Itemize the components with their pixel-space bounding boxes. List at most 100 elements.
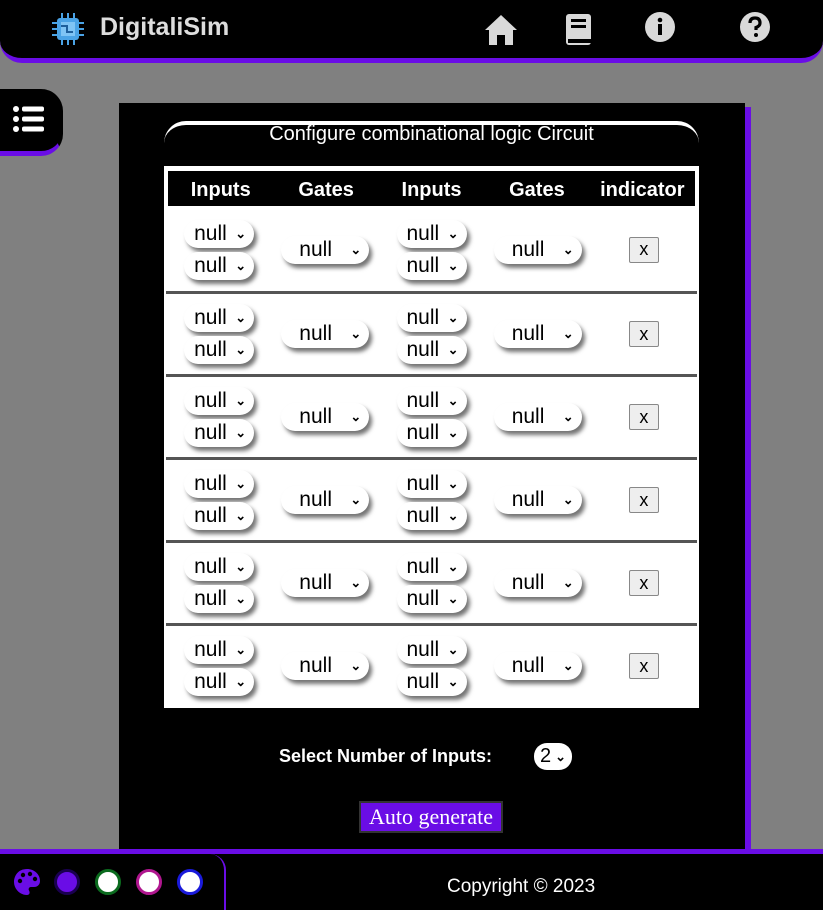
- gate-select[interactable]: null ⌄: [281, 235, 370, 264]
- input-select[interactable]: null ⌄: [396, 502, 467, 530]
- input-select[interactable]: null ⌄: [396, 336, 467, 364]
- gate-select[interactable]: null ⌄: [281, 486, 370, 514]
- num-inputs-label: Select Number of Inputs:: [279, 746, 493, 766]
- gate-select[interactable]: null ⌄: [281, 569, 370, 597]
- theme-swatch[interactable]: [95, 869, 121, 895]
- input-select[interactable]: null ⌄: [396, 304, 467, 332]
- num-inputs-select[interactable]: 2 ⌄: [534, 743, 572, 770]
- palette-icon[interactable]: [12, 867, 42, 897]
- chevron-down-icon: ⌄: [350, 241, 362, 257]
- input-select[interactable]: null ⌄: [396, 636, 467, 664]
- gate-cell: null ⌄: [485, 294, 591, 374]
- gate-select[interactable]: null ⌄: [281, 320, 370, 348]
- chevron-down-icon: ⌄: [447, 559, 459, 574]
- gate-select[interactable]: null ⌄: [281, 652, 370, 680]
- gate-cell: null ⌄: [485, 377, 591, 457]
- inputs-cell: null ⌄ null ⌄: [378, 460, 484, 540]
- chevron-down-icon: ⌄: [562, 492, 574, 507]
- input-select[interactable]: null ⌄: [184, 251, 255, 280]
- input-select[interactable]: null ⌄: [396, 219, 467, 248]
- gate-select[interactable]: null ⌄: [493, 235, 582, 264]
- gate-cell: null ⌄: [485, 543, 591, 623]
- indicator-button[interactable]: x: [628, 404, 659, 430]
- chevron-down-icon: ⌄: [350, 492, 362, 507]
- list-icon: [13, 106, 44, 132]
- gate-select[interactable]: null ⌄: [493, 652, 582, 680]
- indicator-button[interactable]: x: [628, 653, 659, 679]
- indicator-button[interactable]: x: [628, 321, 659, 347]
- chevron-down-icon: ⌄: [235, 225, 247, 241]
- input-select[interactable]: null ⌄: [184, 219, 255, 248]
- gate-select[interactable]: null ⌄: [493, 569, 582, 597]
- theme-swatch[interactable]: [136, 869, 162, 895]
- table-row: null ⌄ null ⌄ null ⌄ null ⌄ null ⌄ null ⌄ x: [166, 540, 697, 623]
- chevron-down-icon: ⌄: [562, 658, 574, 673]
- table-row: null ⌄ null ⌄ null ⌄ null ⌄ null ⌄ null ⌄ x: [166, 623, 697, 706]
- sidebar-toggle-button[interactable]: [0, 89, 63, 156]
- input-select[interactable]: null ⌄: [184, 636, 255, 664]
- column-header: Inputs: [190, 179, 251, 201]
- indicator-button[interactable]: x: [628, 487, 659, 513]
- book-icon[interactable]: [559, 9, 599, 49]
- input-select[interactable]: null ⌄: [396, 585, 467, 613]
- chevron-down-icon: ⌄: [350, 326, 362, 341]
- input-select[interactable]: null ⌄: [396, 419, 467, 447]
- input-select[interactable]: null ⌄: [184, 585, 255, 613]
- chevron-down-icon: ⌄: [235, 508, 247, 523]
- gate-select[interactable]: null ⌄: [493, 403, 582, 431]
- input-select[interactable]: null ⌄: [184, 502, 255, 530]
- gate-cell: null ⌄: [272, 626, 378, 706]
- table-row: null ⌄ null ⌄ null ⌄ null ⌄ null ⌄ null ⌄ x: [166, 374, 697, 457]
- indicator-button[interactable]: x: [628, 236, 659, 263]
- column-header: Gates: [509, 179, 565, 201]
- input-select[interactable]: null ⌄: [184, 387, 255, 415]
- inputs-cell: null ⌄ null ⌄: [378, 208, 484, 291]
- input-select[interactable]: null ⌄: [184, 419, 255, 447]
- help-icon[interactable]: [735, 9, 775, 49]
- input-select[interactable]: null ⌄: [184, 470, 255, 498]
- footer: Copyright © 2023: [0, 849, 823, 910]
- column-header: Gates: [298, 179, 354, 201]
- circuit-config-table: Inputs Gates Inputs Gates indicator null…: [164, 166, 699, 708]
- input-select[interactable]: null ⌄: [184, 304, 255, 332]
- chevron-down-icon: ⌄: [350, 409, 362, 424]
- inputs-cell: null ⌄ null ⌄: [378, 543, 484, 623]
- gate-cell: null ⌄: [485, 460, 591, 540]
- panel-title: Configure combinational logic Circuit: [164, 121, 699, 157]
- gate-select[interactable]: null ⌄: [493, 486, 582, 514]
- indicator-button[interactable]: x: [628, 570, 659, 596]
- input-select[interactable]: null ⌄: [396, 668, 467, 696]
- home-icon[interactable]: [481, 9, 521, 49]
- input-select[interactable]: null ⌄: [396, 387, 467, 415]
- input-select[interactable]: null ⌄: [184, 336, 255, 364]
- inputs-cell: null ⌄ null ⌄: [166, 626, 272, 706]
- table-row: null ⌄ null ⌄ null ⌄ null ⌄ null ⌄ null ⌄ x: [166, 457, 697, 540]
- theme-swatch[interactable]: [54, 869, 80, 895]
- gate-select[interactable]: null ⌄: [281, 403, 370, 431]
- input-select[interactable]: null ⌄: [396, 251, 467, 280]
- chevron-down-icon: ⌄: [447, 591, 459, 606]
- top-navbar: DigitaliSim: [0, 0, 823, 63]
- chevron-down-icon: ⌄: [562, 326, 574, 341]
- chevron-down-icon: ⌄: [350, 658, 362, 673]
- gate-cell: null ⌄: [272, 377, 378, 457]
- input-select[interactable]: null ⌄: [396, 470, 467, 498]
- chevron-down-icon: ⌄: [447, 508, 459, 523]
- gate-select[interactable]: null ⌄: [493, 320, 582, 348]
- input-select[interactable]: null ⌄: [396, 553, 467, 581]
- inputs-cell: null ⌄ null ⌄: [378, 377, 484, 457]
- info-icon[interactable]: [640, 9, 680, 49]
- chevron-down-icon: ⌄: [235, 559, 247, 574]
- chevron-down-icon: ⌄: [555, 748, 567, 764]
- inputs-cell: null ⌄ null ⌄: [166, 208, 272, 291]
- chevron-down-icon: ⌄: [447, 476, 459, 491]
- gate-cell: null ⌄: [272, 543, 378, 623]
- indicator-cell: x: [591, 377, 697, 457]
- app-title: DigitaliSim: [100, 13, 230, 41]
- input-select[interactable]: null ⌄: [184, 553, 255, 581]
- input-select[interactable]: null ⌄: [184, 668, 255, 696]
- table-body: null ⌄ null ⌄ null ⌄ null ⌄ null ⌄ null ⌄ x null ⌄ null…: [166, 208, 697, 706]
- table-row: null ⌄ null ⌄ null ⌄ null ⌄ null ⌄ null ⌄ x: [166, 208, 697, 291]
- auto-generate-button[interactable]: Auto generate: [359, 801, 503, 833]
- theme-swatch[interactable]: [177, 869, 203, 895]
